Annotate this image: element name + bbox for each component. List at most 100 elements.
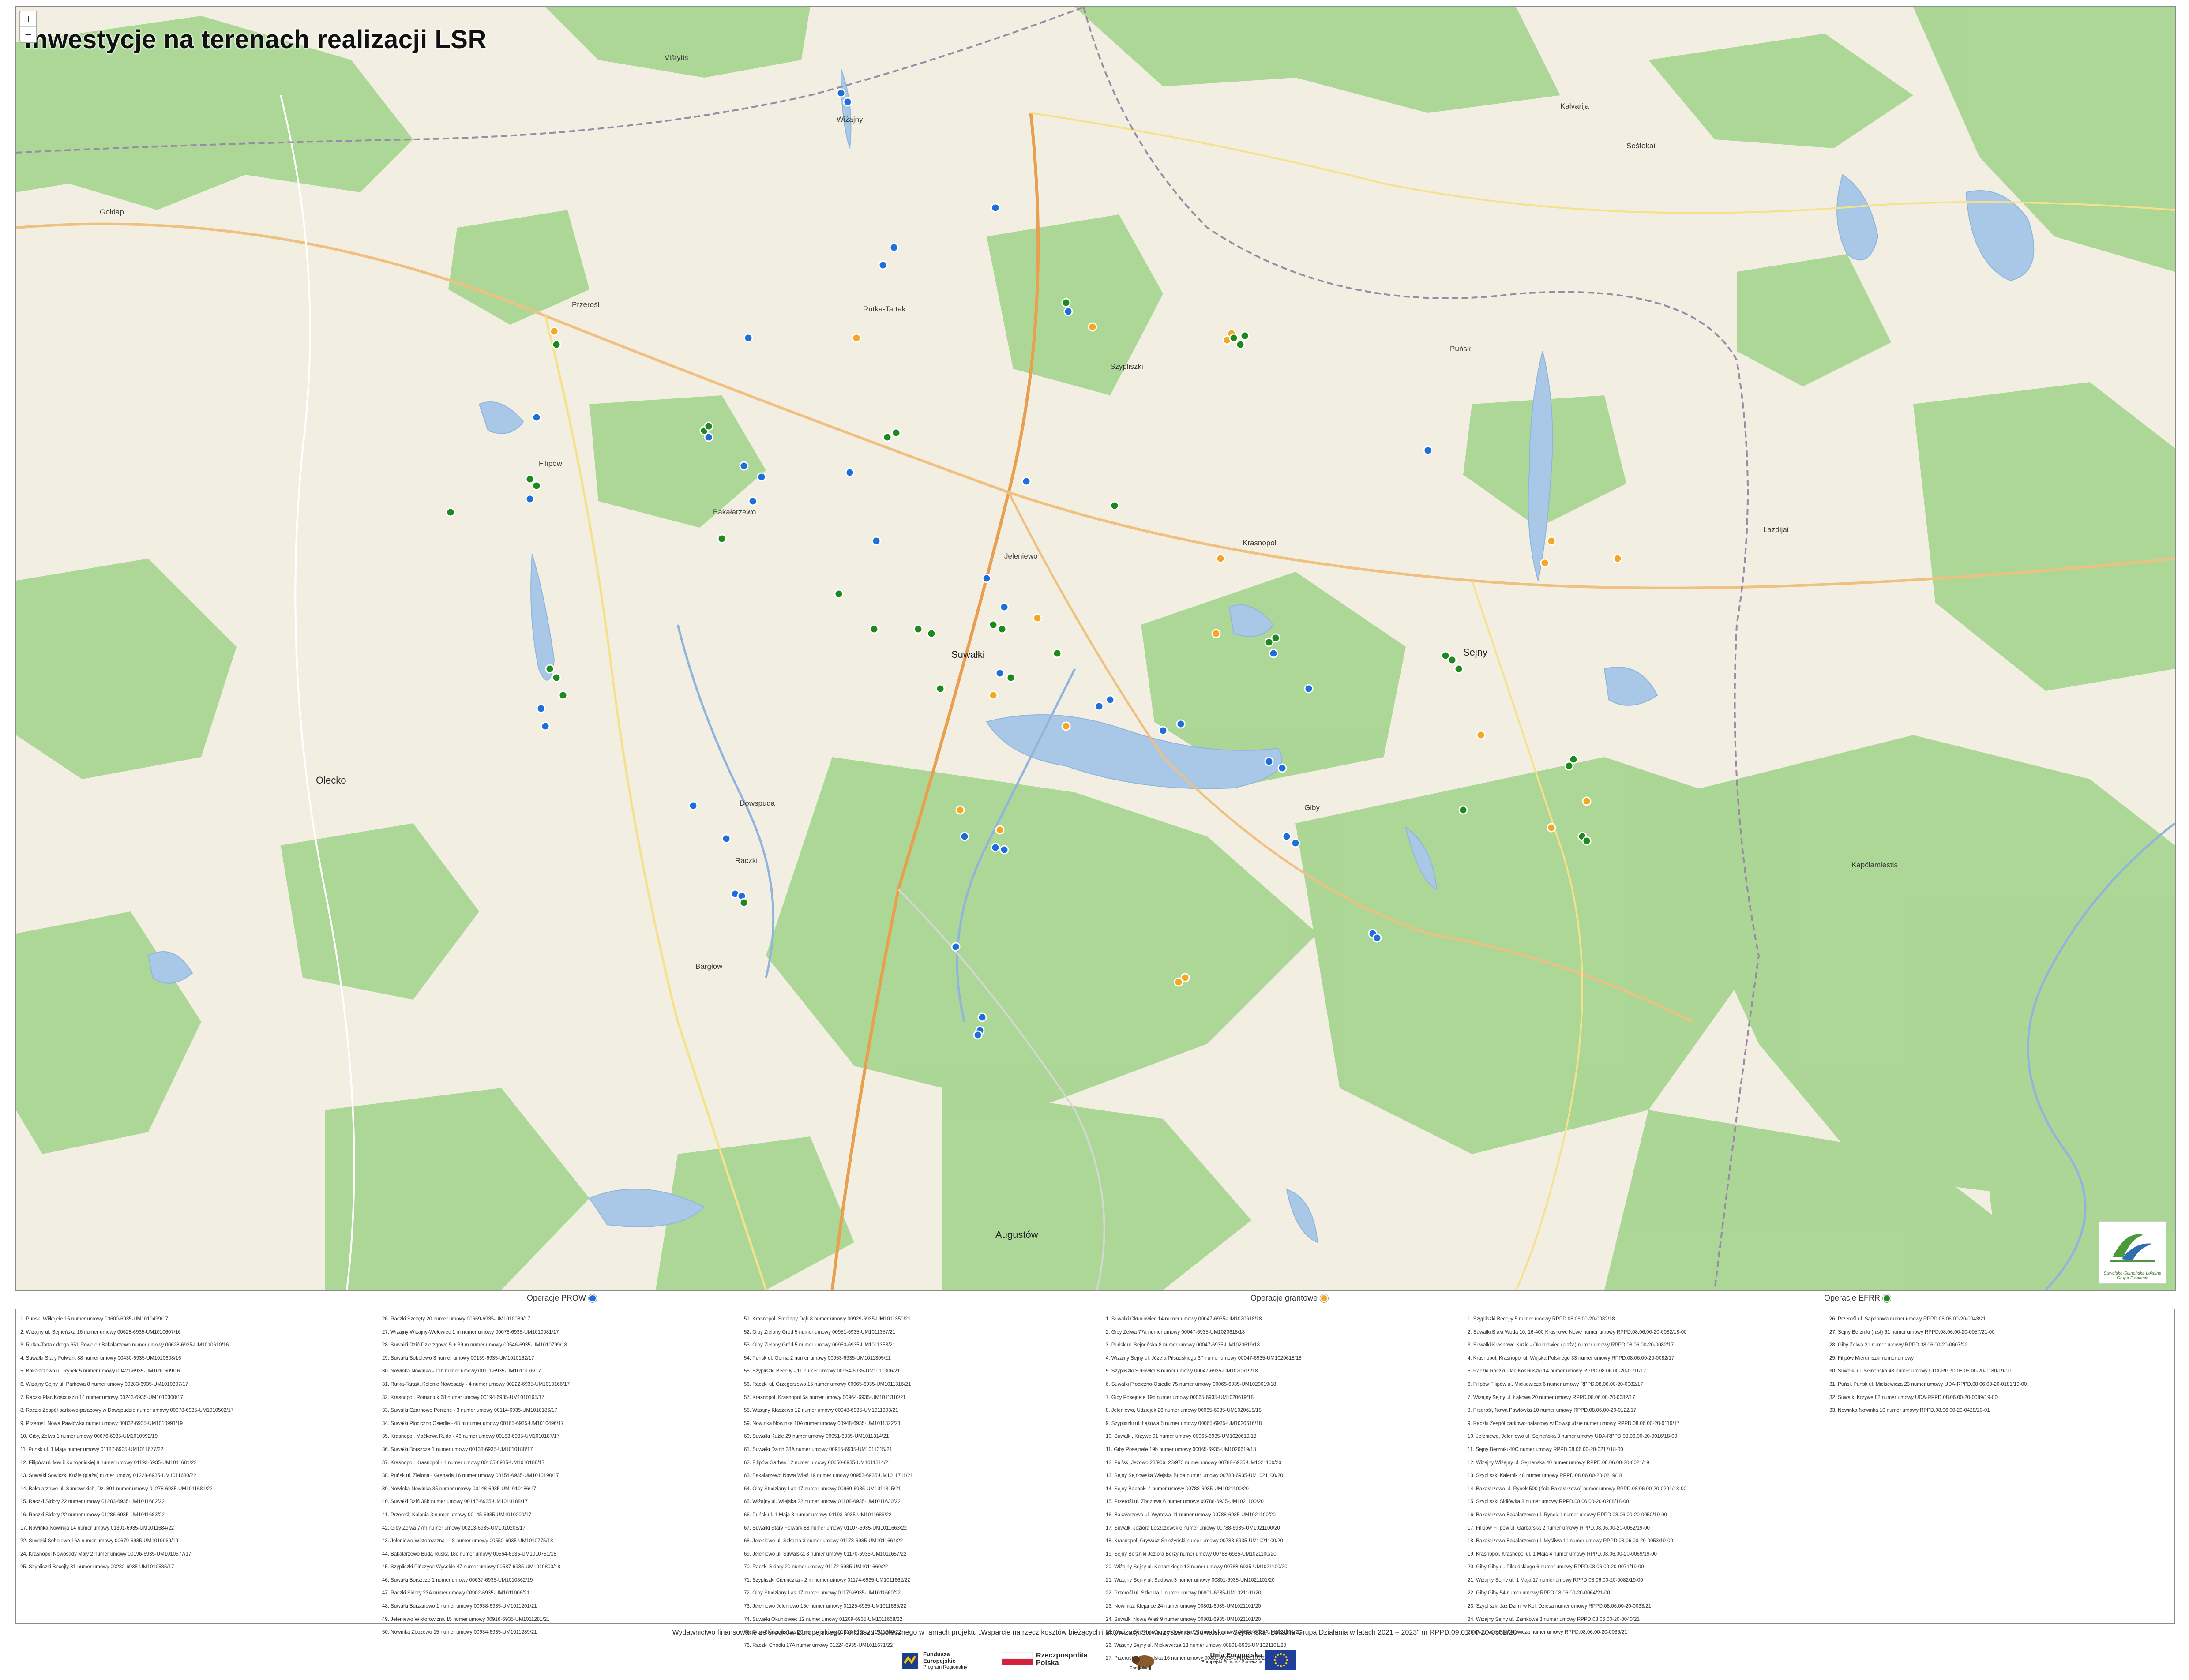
- efrr-marker-icon[interactable]: [869, 624, 879, 634]
- efrr-marker-icon[interactable]: [1454, 664, 1464, 674]
- grant-marker-icon[interactable]: [1476, 730, 1486, 740]
- prow-marker-icon[interactable]: [525, 494, 535, 504]
- efrr-marker-icon[interactable]: [882, 432, 892, 442]
- efrr-marker-icon[interactable]: [1006, 673, 1016, 682]
- prow-marker-icon[interactable]: [536, 704, 546, 713]
- prow-marker-icon[interactable]: [836, 88, 846, 98]
- efrr-marker-icon[interactable]: [988, 620, 998, 630]
- prow-marker-icon[interactable]: [982, 574, 991, 583]
- efrr-marker-icon[interactable]: [545, 664, 555, 674]
- prow-marker-icon[interactable]: [1094, 701, 1104, 711]
- list-item: 48. Suwałki Burzanowo 1 numer umowy 0093…: [382, 1604, 537, 1609]
- prow-marker-icon[interactable]: [999, 845, 1009, 855]
- efrr-marker-icon[interactable]: [704, 421, 713, 431]
- prow-marker-icon[interactable]: [757, 472, 766, 482]
- efrr-marker-icon[interactable]: [532, 481, 541, 491]
- prow-marker-icon[interactable]: [1277, 763, 1287, 773]
- grant-marker-icon[interactable]: [1033, 613, 1042, 623]
- efrr-marker-icon[interactable]: [552, 340, 561, 349]
- list-item: 45. Szypliszki Pińczyce Wysokie 47 numer…: [382, 1564, 560, 1570]
- prow-marker-icon[interactable]: [1105, 695, 1115, 705]
- prow-marker-icon[interactable]: [739, 461, 749, 471]
- efrr-marker-icon[interactable]: [1229, 333, 1239, 343]
- efrr-marker-icon[interactable]: [1569, 754, 1578, 764]
- prow-marker-icon[interactable]: [1372, 933, 1382, 943]
- legend-efrr-label: Operacje EFRR: [1824, 1294, 1881, 1302]
- prow-marker-icon[interactable]: [871, 536, 881, 546]
- efrr-marker-icon[interactable]: [525, 474, 535, 484]
- prow-marker-icon[interactable]: [1423, 446, 1433, 455]
- prow-marker-icon[interactable]: [532, 412, 541, 422]
- grant-marker-icon[interactable]: [1547, 536, 1556, 546]
- efrr-marker-icon[interactable]: [739, 898, 749, 908]
- efrr-marker-icon[interactable]: [1052, 649, 1062, 658]
- prow-marker-icon[interactable]: [973, 1030, 983, 1040]
- efrr-marker-icon[interactable]: [927, 629, 936, 638]
- prow-marker-icon[interactable]: [843, 97, 852, 107]
- grant-marker-icon[interactable]: [995, 825, 1005, 835]
- efrr-marker-icon[interactable]: [1582, 836, 1592, 846]
- prow-marker-icon[interactable]: [721, 834, 731, 844]
- zoom-in-button[interactable]: +: [20, 11, 36, 27]
- efrr-marker-icon[interactable]: [552, 673, 561, 682]
- efrr-marker-icon[interactable]: [1110, 501, 1119, 510]
- grant-marker-icon[interactable]: [988, 690, 998, 700]
- grant-marker-icon[interactable]: [1613, 554, 1622, 563]
- efrr-marker-icon[interactable]: [446, 507, 455, 517]
- prow-marker-icon[interactable]: [1291, 838, 1300, 848]
- grant-marker-icon[interactable]: [1088, 322, 1097, 332]
- prow-marker-icon[interactable]: [1063, 307, 1073, 316]
- grant-marker-icon[interactable]: [1211, 629, 1221, 638]
- efrr-marker-icon[interactable]: [1271, 633, 1280, 643]
- grant-marker-icon[interactable]: [1061, 721, 1071, 731]
- prow-marker-icon[interactable]: [743, 333, 753, 343]
- grant-marker-icon[interactable]: [1540, 558, 1550, 568]
- prow-marker-icon[interactable]: [960, 832, 969, 841]
- list-item: 23. Szypliszki Jaz Dzimi w Kol. Dziesa n…: [1468, 1604, 1652, 1609]
- prow-marker-icon[interactable]: [688, 801, 698, 810]
- prow-marker-icon[interactable]: [1158, 726, 1168, 735]
- list-item: 19. Sejny Berżniki Jeziora Berży numer u…: [1106, 1551, 1277, 1557]
- list-item: 2. Giby Zelwa 77a numer umowy 00047-6935…: [1106, 1329, 1245, 1335]
- list-item: 69. Jeleniewo ul. Suwalska 8 numer umowy…: [744, 1551, 907, 1557]
- prow-marker-icon[interactable]: [995, 668, 1005, 678]
- map-viewport[interactable]: Suwałki Sejny Augustów Olecko Gołdap Fil…: [15, 6, 2176, 1291]
- grant-marker-icon[interactable]: [549, 326, 559, 336]
- grant-marker-icon[interactable]: [852, 333, 861, 343]
- efrr-marker-icon[interactable]: [1240, 331, 1250, 341]
- efrr-marker-icon[interactable]: [913, 624, 923, 634]
- grant-marker-icon[interactable]: [1174, 977, 1183, 987]
- grant-marker-icon[interactable]: [1547, 823, 1556, 832]
- prow-marker-icon[interactable]: [1021, 476, 1031, 486]
- zoom-out-button[interactable]: −: [20, 27, 36, 42]
- grant-marker-icon[interactable]: [1216, 554, 1225, 563]
- efrr-marker-icon[interactable]: [997, 624, 1007, 634]
- grant-marker-icon[interactable]: [1582, 796, 1592, 806]
- prow-marker-icon[interactable]: [845, 468, 855, 477]
- prow-marker-icon[interactable]: [878, 260, 888, 270]
- efrr-marker-icon[interactable]: [1447, 655, 1457, 665]
- grant-marker-icon[interactable]: [955, 805, 965, 815]
- efrr-marker-icon[interactable]: [717, 534, 727, 544]
- efrr-marker-icon[interactable]: [558, 690, 568, 700]
- prow-marker-icon[interactable]: [1304, 684, 1314, 694]
- efrr-marker-icon[interactable]: [1458, 805, 1468, 815]
- prow-marker-icon[interactable]: [991, 203, 1000, 213]
- prow-marker-icon[interactable]: [1282, 832, 1292, 841]
- prow-marker-icon[interactable]: [889, 243, 899, 252]
- prow-marker-icon[interactable]: [951, 942, 961, 952]
- prow-marker-icon[interactable]: [748, 496, 758, 506]
- efrr-marker-icon[interactable]: [834, 589, 844, 599]
- efrr-marker-icon[interactable]: [935, 684, 945, 694]
- prow-marker-icon[interactable]: [977, 1012, 987, 1022]
- prow-marker-icon[interactable]: [1176, 719, 1186, 729]
- prow-marker-icon[interactable]: [1264, 757, 1274, 766]
- efrr-marker-icon[interactable]: [891, 428, 901, 438]
- efrr-marker-icon[interactable]: [1061, 298, 1071, 308]
- prow-marker-icon[interactable]: [991, 843, 1000, 852]
- prow-marker-icon[interactable]: [1269, 649, 1278, 658]
- map-canvas[interactable]: Suwałki Sejny Augustów Olecko Gołdap Fil…: [16, 7, 2175, 1290]
- prow-marker-icon[interactable]: [541, 721, 550, 731]
- prow-marker-icon[interactable]: [999, 602, 1009, 612]
- efrr-marker-icon[interactable]: [1235, 340, 1245, 349]
